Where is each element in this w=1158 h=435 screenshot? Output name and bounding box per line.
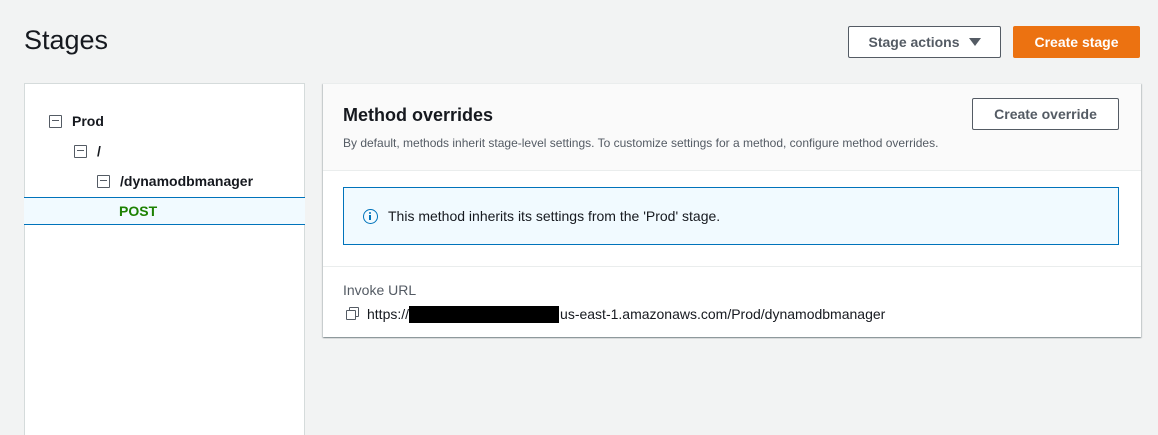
stages-page: Stages Stage actions Create stage Prod /… [0,0,1158,435]
invoke-url: https:// us-east-1.amazonaws.com/Prod/dy… [346,305,885,323]
tree-item-post-method[interactable]: POST [24,197,305,225]
invoke-url-suffix: us-east-1.amazonaws.com/Prod/dynamodbman… [560,306,886,322]
info-message: This method inherits its settings from t… [388,208,721,224]
create-override-button[interactable]: Create override [972,98,1119,130]
tree-item-label: Prod [72,113,104,129]
tree-item-dynamodbmanager[interactable]: /dynamodbmanager [25,167,304,195]
divider [323,266,1141,267]
redacted-block [409,305,560,323]
method-overrides-card: Method overrides By default, methods inh… [323,83,1141,337]
stage-actions-label: Stage actions [868,34,960,50]
info-icon [363,208,378,224]
collapse-icon[interactable] [97,174,110,188]
stage-actions-button[interactable]: Stage actions [848,26,1001,58]
tree-item-label: POST [119,203,158,219]
caret-down-icon [968,38,981,46]
invoke-url-prefix: https:// [367,306,410,322]
copy-icon[interactable] [346,307,360,321]
tree-item-root[interactable]: / [25,137,304,165]
tree-item-label: /dynamodbmanager [120,173,254,189]
card-header: Method overrides By default, methods inh… [323,84,1141,171]
tree-item-label: / [97,143,101,159]
invoke-url-label: Invoke URL [343,282,417,298]
collapse-icon[interactable] [49,114,62,128]
info-alert: This method inherits its settings from t… [343,187,1119,245]
stage-tree-panel: Prod / /dynamodbmanager POST [24,83,305,435]
create-stage-button[interactable]: Create stage [1013,26,1140,58]
card-title: Method overrides [343,105,494,125]
card-description: By default, methods inherit stage-level … [343,136,939,150]
page-title: Stages [24,25,109,55]
tree-item-prod[interactable]: Prod [25,107,304,135]
collapse-icon[interactable] [74,144,87,158]
